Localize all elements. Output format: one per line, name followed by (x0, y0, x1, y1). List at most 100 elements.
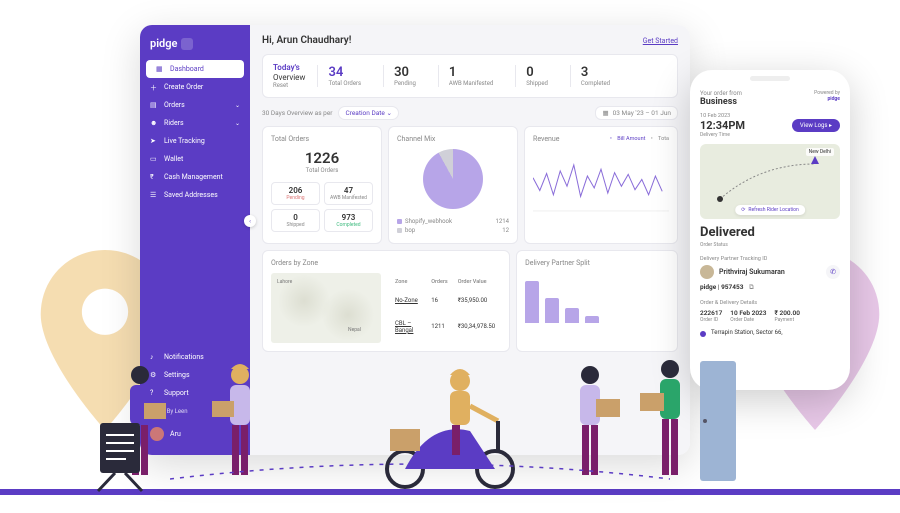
detail-label: Payment (774, 317, 799, 323)
page-title: Hi, Arun Chaudhary! (262, 35, 351, 46)
legend-dot (397, 228, 402, 233)
stat-label: Total Orders (328, 80, 361, 87)
zone-link[interactable]: CBL – Bangal (395, 320, 413, 334)
clipboard-icon: ▤ (150, 101, 158, 109)
order-time: 12:34PM (700, 119, 745, 132)
legend-row: bop 12 (397, 226, 509, 235)
sidebar-item-dashboard[interactable]: ▦ Dashboard (146, 60, 244, 78)
panel-title: Revenue (533, 135, 559, 143)
location-icon: ➤ (150, 137, 158, 145)
zone-link[interactable]: No-Zone (395, 297, 418, 304)
legend-name: Shopify_webhook (405, 218, 452, 225)
bar (545, 298, 559, 323)
user-short: Aru (170, 430, 181, 438)
total-orders-panel: Total Orders 1226 Total Orders 206 Pendi… (262, 126, 382, 244)
orders-by-zone-panel: Orders by Zone Lahore Nepal Zone Orders … (262, 250, 510, 352)
powered-by: Powered by pidge (814, 90, 840, 102)
legend-value: 12 (502, 227, 509, 234)
stat-value: 3 (581, 65, 610, 80)
stat-value: 1 (449, 65, 493, 80)
tracking-map[interactable]: New Delhi ⟳ Refresh Rider Location (700, 144, 840, 219)
copy-icon[interactable]: ⧉ (749, 283, 754, 291)
mini-box-shipped: 0 Shipped (271, 209, 320, 232)
date-range-picker[interactable]: ▦ 03 May '23 – 01 Jun (595, 106, 678, 120)
detail-order-date: 10 Feb 2023 Order Date (730, 309, 766, 323)
sidebar-item-label: Cash Management (164, 173, 223, 181)
sidebar-item-saved-addresses[interactable]: ☰ Saved Addresses (140, 186, 250, 204)
sidebar-collapse-button[interactable]: ‹ (244, 215, 256, 227)
stat-label: AWB Manifested (449, 80, 493, 87)
mini-box-completed: 973 Completed (324, 209, 373, 232)
bookmark-icon: ☰ (150, 191, 158, 199)
sidebar-item-label: Orders (164, 101, 185, 109)
chevron-down-icon: ⌄ (235, 102, 240, 109)
detail-label: Order Date (730, 317, 766, 323)
col-header: Order Value (454, 275, 499, 289)
table-row[interactable]: No-Zone 16 ₹35,950.00 (391, 292, 499, 311)
sidebar-item-orders[interactable]: ▤ Orders ⌄ (140, 96, 250, 114)
stat-label: Completed (581, 80, 610, 87)
sidebar-item-label: Saved Addresses (164, 191, 218, 199)
address-dot-icon (700, 331, 706, 337)
partner-name: pidge (700, 283, 716, 291)
mini-label: Pending (275, 195, 316, 201)
view-logs-button[interactable]: View Logs ▸ (792, 119, 840, 132)
refresh-icon: ⟳ (741, 207, 745, 213)
sidebar-item-label: Riders (164, 119, 184, 127)
bar (565, 308, 579, 323)
order-status-sub: Order Status (700, 242, 840, 248)
sidebar-item-create-order[interactable]: ＋ Create Order (140, 78, 250, 96)
brand-logo[interactable]: pidge (140, 33, 250, 60)
plus-icon: ＋ (150, 83, 158, 91)
panel-title: Channel Mix (397, 135, 509, 143)
phone-frame: Your order from Business Powered by pidg… (690, 70, 850, 390)
tracking-id-row: pidge | 957453 ⧉ (700, 283, 840, 292)
bar (525, 281, 539, 324)
stat-total-orders: 34 Total Orders (317, 65, 371, 87)
chevron-down-icon: ⌄ (235, 120, 240, 127)
filter-pill-creation-date[interactable]: Creation Date ⌄ (338, 106, 398, 120)
refresh-location-button[interactable]: ⟳ Refresh Rider Location (735, 205, 805, 215)
zone-map[interactable]: Lahore Nepal (271, 273, 381, 343)
sidebar-item-label: Live Tracking (164, 137, 205, 145)
sidebar-item-live-tracking[interactable]: ➤ Live Tracking (140, 132, 250, 150)
call-rider-button[interactable]: ✆ (826, 265, 840, 279)
refresh-label: Refresh Rider Location (748, 207, 798, 213)
cell: 16 (427, 292, 452, 311)
panel-title: Delivery Partner Split (525, 259, 669, 267)
path-dashes (170, 459, 670, 489)
tracking-label: Delivery Partner Tracking ID (700, 256, 840, 262)
rupee-icon: ₹ (150, 173, 158, 181)
mini-label: Shipped (275, 222, 316, 228)
map-label: Lahore (277, 279, 292, 285)
mini-box-awb: 47 AWB Manifested (324, 182, 373, 205)
mini-box-pending: 206 Pending (271, 182, 320, 205)
partner-bar-chart (525, 273, 669, 323)
today-subtitle: Overview (273, 73, 305, 83)
stat-value: 34 (328, 65, 361, 80)
cell: 1211 (427, 312, 452, 341)
business-name: Business (700, 97, 742, 107)
map-label: Nepal (348, 327, 361, 333)
detail-value: ₹ 200.00 (774, 309, 799, 317)
reset-link[interactable]: Reset (273, 82, 305, 89)
sidebar-item-cash-management[interactable]: ₹ Cash Management (140, 168, 250, 186)
stat-value: 30 (394, 65, 416, 80)
stat-awb: 1 AWB Manifested (438, 65, 503, 87)
table-header-row: Zone Orders Order Value (391, 275, 499, 289)
detail-label: Order ID (700, 317, 722, 323)
rider-name: Prithviraj Sukumaran (719, 268, 785, 276)
total-orders-label: Total Orders (271, 167, 373, 174)
get-started-link[interactable]: Get Started (643, 37, 678, 45)
legend-row: Shopify_webhook 1214 (397, 217, 509, 226)
mini-value: 206 (275, 186, 316, 195)
sidebar-item-label: Wallet (164, 155, 183, 163)
revenue-toggle[interactable]: • Bill Amount • Tota (606, 136, 669, 142)
sidebar-item-wallet[interactable]: ▭ Wallet (140, 150, 250, 168)
brand-text: pidge (150, 37, 177, 50)
wallet-icon: ▭ (150, 155, 158, 163)
order-from-label: Your order from (700, 90, 742, 97)
sidebar-item-riders[interactable]: ☻ Riders ⌄ (140, 114, 250, 132)
today-overview-card: Today's Overview Reset 34 Total Orders 3… (262, 54, 678, 98)
table-row[interactable]: CBL – Bangal 1211 ₹30,34,978.50 (391, 312, 499, 341)
